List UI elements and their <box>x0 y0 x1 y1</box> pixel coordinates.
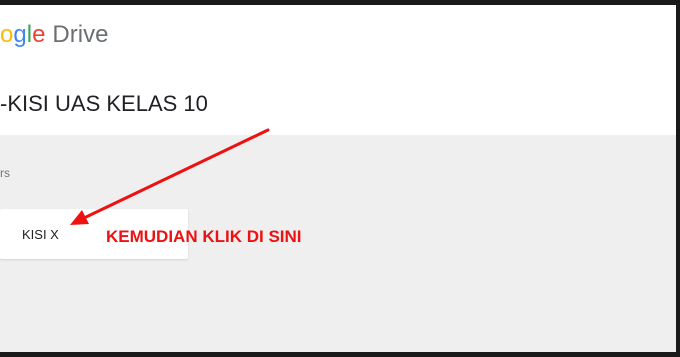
drive-window: ogle Drive -KISI UAS KELAS 10 rs KISI X K… <box>0 5 676 352</box>
header: ogle Drive -KISI UAS KELAS 10 <box>0 5 676 135</box>
google-drive-logo[interactable]: ogle Drive <box>0 21 108 49</box>
product-name: Drive <box>52 21 109 48</box>
section-label: rs <box>0 166 10 180</box>
annotation-text: KEMUDIAN KLIK DI SINI <box>106 227 302 246</box>
folder-item-label: KISI X <box>22 227 59 242</box>
google-logo-partial: ogle <box>0 21 46 48</box>
folder-title: -KISI UAS KELAS 10 <box>0 91 208 116</box>
